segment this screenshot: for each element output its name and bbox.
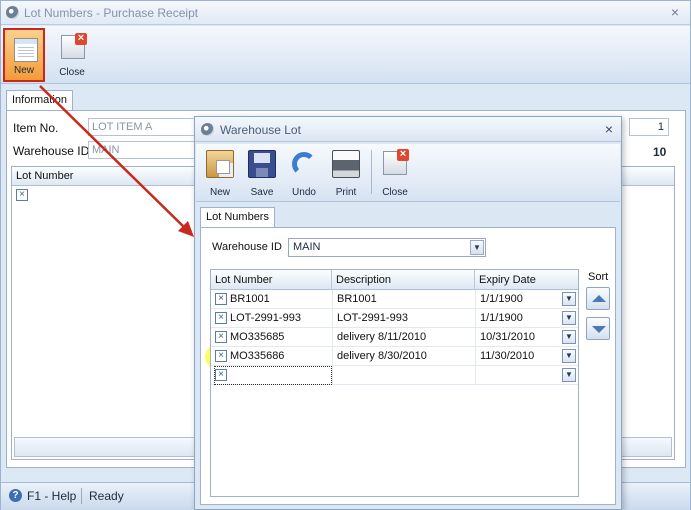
lot-number-cell[interactable]: BR1001 xyxy=(227,290,273,309)
dialog-title: Warehouse Lot xyxy=(220,123,301,137)
column-header-lot-number[interactable]: Lot Number xyxy=(211,270,332,290)
chevron-down-icon[interactable]: ▼ xyxy=(562,330,576,344)
dropdown-arrow-icon[interactable]: ▼ xyxy=(470,240,484,255)
window-titlebar: Lot Numbers - Purchase Receipt × xyxy=(1,1,690,25)
warehouse-id-field[interactable]: MAIN xyxy=(88,141,208,159)
column-divider xyxy=(332,309,333,328)
save-icon xyxy=(248,150,276,178)
dialog-window-icon xyxy=(201,123,214,136)
sort-up-icon xyxy=(592,295,606,302)
save-label: Save xyxy=(250,187,274,198)
dialog-close-button[interactable]: Close xyxy=(375,146,415,200)
sort-down-icon xyxy=(592,326,606,333)
undo-label: Undo xyxy=(292,187,316,198)
warehouse-lot-dialog: Warehouse Lot × New Save Undo Print Clos… xyxy=(194,116,622,510)
row-marker-icon: × xyxy=(215,331,227,343)
dialog-new-label: New xyxy=(209,187,230,198)
item-no-label: Item No. xyxy=(13,121,59,135)
column-divider xyxy=(332,366,333,385)
grid-header: Lot Number Description Expiry Date xyxy=(211,270,578,290)
row-marker-icon: × xyxy=(215,312,227,324)
status-help-text: F1 - Help xyxy=(27,489,77,503)
window-icon xyxy=(6,6,19,19)
description-cell[interactable]: delivery 8/11/2010 xyxy=(334,328,429,347)
expiry-date-cell[interactable]: 10/31/2010 xyxy=(477,328,538,347)
print-label: Print xyxy=(335,187,357,198)
table-row[interactable]: × LOT-2991-993 LOT-2991-993 1/1/1900 ▼ xyxy=(211,309,578,328)
window-toolbar: New Close xyxy=(1,26,690,84)
box-icon xyxy=(206,150,234,178)
new-document-icon xyxy=(14,38,38,62)
expiry-date-cell[interactable]: 1/1/1900 xyxy=(477,290,526,309)
new-row-lot-cell[interactable] xyxy=(214,366,332,385)
column-divider xyxy=(332,347,333,366)
sort-down-button[interactable] xyxy=(586,317,610,340)
close-button[interactable]: Close xyxy=(51,28,93,82)
dialog-toolbar: New Save Undo Print Close xyxy=(196,144,620,202)
chevron-down-icon[interactable]: ▼ xyxy=(562,368,576,382)
save-button[interactable]: Save xyxy=(242,146,282,200)
undo-button[interactable]: Undo xyxy=(284,146,324,200)
expiry-date-cell[interactable]: 1/1/1900 xyxy=(477,309,526,328)
column-divider xyxy=(475,290,476,309)
help-icon: ? xyxy=(9,489,22,502)
column-header-description[interactable]: Description xyxy=(332,270,475,290)
chevron-down-icon[interactable]: ▼ xyxy=(562,311,576,325)
row-marker-icon: × xyxy=(16,189,28,201)
expiry-date-cell[interactable]: 11/30/2010 xyxy=(477,347,537,366)
item-no-field[interactable]: LOT ITEM A xyxy=(88,118,208,136)
toolbar-separator xyxy=(371,150,372,194)
warehouse-id-select[interactable]: MAIN ▼ xyxy=(288,238,486,257)
row-marker-icon: × xyxy=(215,293,227,305)
lot-numbers-grid: Lot Number Description Expiry Date × BR1… xyxy=(210,269,579,497)
new-row[interactable]: × ▼ xyxy=(211,366,578,385)
table-row-highlighted[interactable]: × MO335686 delivery 8/30/2010 11/30/2010… xyxy=(211,347,578,366)
sort-up-button[interactable] xyxy=(586,287,610,310)
tab-lot-numbers[interactable]: Lot Numbers xyxy=(200,207,275,228)
close-button-label: Close xyxy=(59,67,85,78)
row-marker-icon: × xyxy=(215,350,227,362)
column-header-expiry-date[interactable]: Expiry Date xyxy=(475,270,578,290)
description-cell[interactable]: BR1001 xyxy=(334,290,380,309)
lot-number-cell[interactable]: LOT-2991-993 xyxy=(227,309,304,328)
total-quantity: 10 xyxy=(653,145,667,159)
print-icon xyxy=(332,150,360,178)
new-button-label: New xyxy=(13,65,34,76)
chevron-down-icon[interactable]: ▼ xyxy=(562,292,576,306)
lot-number-cell[interactable]: MO335685 xyxy=(227,328,287,347)
dialog-close-label: Close xyxy=(382,187,408,198)
tab-information[interactable]: Information xyxy=(6,90,74,111)
column-divider xyxy=(332,328,333,347)
window-close-icon[interactable]: × xyxy=(667,4,683,20)
table-row[interactable]: × MO335685 delivery 8/11/2010 10/31/2010… xyxy=(211,328,578,347)
status-ready-text: Ready xyxy=(89,489,124,503)
column-divider xyxy=(475,328,476,347)
dialog-titlebar: Warehouse Lot × xyxy=(195,117,621,142)
dialog-new-button[interactable]: New xyxy=(200,146,240,200)
lot-number-cell[interactable]: MO335686 xyxy=(227,347,287,366)
new-button[interactable]: New xyxy=(3,28,45,82)
description-cell[interactable]: delivery 8/30/2010 xyxy=(334,347,430,366)
quantity-field[interactable]: 1 xyxy=(629,118,669,136)
warehouse-id-value: MAIN xyxy=(293,241,321,253)
print-button[interactable]: Print xyxy=(326,146,366,200)
column-divider xyxy=(475,309,476,328)
close-icon xyxy=(61,33,87,59)
status-separator xyxy=(81,488,82,504)
row-marker-icon: × xyxy=(215,369,227,381)
table-row[interactable]: × BR1001 BR1001 1/1/1900 ▼ xyxy=(211,290,578,309)
window-title: Lot Numbers - Purchase Receipt xyxy=(24,6,199,20)
dialog-warehouse-id-label: Warehouse ID xyxy=(212,241,282,253)
chevron-down-icon[interactable]: ▼ xyxy=(562,349,576,363)
warehouse-id-label: Warehouse ID xyxy=(13,144,90,158)
dialog-close-button-icon xyxy=(383,149,409,175)
dialog-close-icon[interactable]: × xyxy=(601,121,617,137)
sort-label: Sort xyxy=(588,271,609,283)
column-divider xyxy=(332,290,333,309)
undo-icon xyxy=(292,152,316,176)
column-divider xyxy=(475,347,476,366)
description-cell[interactable]: LOT-2991-993 xyxy=(334,309,411,328)
column-divider xyxy=(475,366,476,385)
window-tabstrip: Information xyxy=(6,90,74,111)
